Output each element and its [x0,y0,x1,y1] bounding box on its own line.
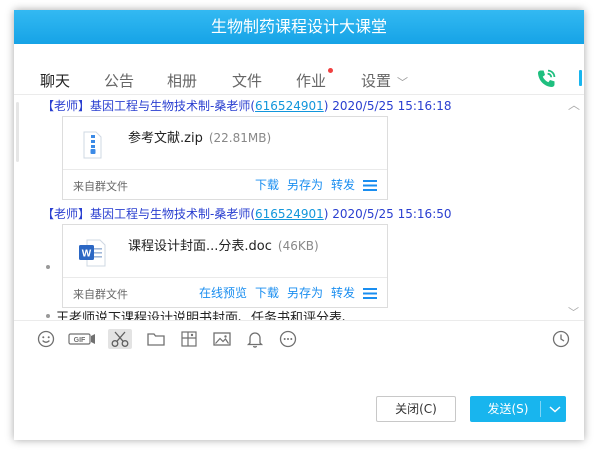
gif-icon[interactable]: GIF [68,329,96,349]
send-button[interactable]: 发送(S) [480,396,536,422]
more-icon[interactable] [278,329,298,349]
divider [63,277,387,278]
file-name: 课程设计封面...分表.doc (46KB) [128,235,319,254]
bell-icon[interactable] [245,329,265,349]
tab-bar: 聊天 公告 相册 文件 作业 设置 ﹀ [14,44,584,95]
folder-icon[interactable] [146,329,166,349]
message-list: ︿ 【老师】基因工程与生物技术制-桑老师(616524901) 2020/5/2… [14,94,584,320]
history-clock-icon[interactable] [551,329,571,349]
file-size: (46KB) [277,239,319,253]
message-bullet [46,265,50,269]
button-divider [540,401,541,417]
tab-homework-label: 作业 [296,72,327,90]
message-time: 2020/5/25 15:16:18 [332,99,452,113]
file-size: (22.81MB) [208,131,272,145]
svg-text:GIF: GIF [74,337,86,344]
file-name-text: 参考文献.zip [128,131,203,146]
sender-role: 【老师】 [42,207,91,221]
file-card[interactable]: W 课程设计封面...分表.doc (46KB) 来自群文件 在线预览 下载 另存为转… [62,224,388,308]
file-actions: 下载 另存为 转发 [247,176,377,193]
input-toolbar: GIF [14,320,584,357]
chat-window: 生物制药课程设计大课堂 聊天 公告 相册 文件 作业 设置 ﹀ ︿ 【老师】基因工… [14,10,584,440]
tab-announcement[interactable]: 公告 [104,71,134,91]
scissors-icon[interactable] [108,329,132,349]
file-name-text: 课程设计封面...分表.doc [128,239,272,254]
notification-dot [328,68,334,73]
svg-text:W: W [82,249,92,260]
sender-name: 基因工程与生物技术制-桑老师( [90,99,256,113]
send-button-group: 发送(S) [470,396,566,422]
tab-album[interactable]: 相册 [167,71,197,91]
sender-qq-link[interactable]: 616524901 [255,99,324,113]
forward-link[interactable]: 转发 [331,178,355,192]
message-sender-line: 【老师】基因工程与生物技术制-桑老师(616524901) 2020/5/25 … [42,98,452,114]
image-icon[interactable] [212,329,232,349]
sender-qq-link[interactable]: 616524901 [255,207,324,221]
tab-files[interactable]: 文件 [232,71,262,91]
save-as-link[interactable]: 另存为 [287,286,323,300]
phone-icon[interactable] [534,67,558,91]
menu-icon[interactable] [363,288,377,299]
tab-settings-label: 设置 [361,72,392,90]
text-message: 王老师说下课程设计说明书封面、任务书和评分表、 [56,311,356,320]
send-options-dropdown[interactable] [544,396,566,422]
message-time: 2020/5/25 15:16:50 [332,207,452,221]
save-as-link[interactable]: 另存为 [287,178,323,192]
file-source: 来自群文件 [73,180,128,193]
download-link[interactable]: 下载 [255,178,279,192]
zip-icon [77,129,107,161]
file-card[interactable]: 参考文献.zip (22.81MB) 来自群文件 下载 另存为 转发 [62,116,388,200]
preview-online-link[interactable]: 在线预览 [199,286,247,300]
sidebar-toggle[interactable] [579,70,582,86]
file-name: 参考文献.zip (22.81MB) [128,127,271,146]
divider [63,169,387,170]
close-button[interactable]: 关闭(C) [376,396,456,422]
message-bullet [46,314,50,318]
forward-link[interactable]: 转发 [331,286,355,300]
file-actions: 在线预览 下载 另存为 转发 [191,284,377,301]
message-sender-line: 【老师】基因工程与生物技术制-桑老师(616524901) 2020/5/25 … [42,206,452,222]
collapse-icon[interactable]: ︿ [568,96,580,113]
word-doc-icon: W [77,237,107,269]
tab-chat[interactable]: 聊天 [40,71,70,91]
expand-icon[interactable]: ﹀ [568,304,579,320]
scrollbar[interactable] [16,102,19,162]
download-link[interactable]: 下载 [255,286,279,300]
tab-homework[interactable]: 作业 [296,68,334,91]
window-title: 生物制药课程设计大课堂 [14,10,584,44]
emoji-icon[interactable] [36,329,56,349]
menu-icon[interactable] [363,180,377,191]
sender-name: 基因工程与生物技术制-桑老师( [90,207,256,221]
chevron-down-icon: ﹀ [397,76,409,89]
file-transfer-icon[interactable] [179,329,199,349]
message-input[interactable] [14,356,584,396]
tab-settings[interactable]: 设置 ﹀ [361,71,408,93]
file-source: 来自群文件 [73,288,128,301]
sender-suffix: ) [323,207,329,221]
sender-suffix: ) [323,99,329,113]
sender-role: 【老师】 [42,99,91,113]
